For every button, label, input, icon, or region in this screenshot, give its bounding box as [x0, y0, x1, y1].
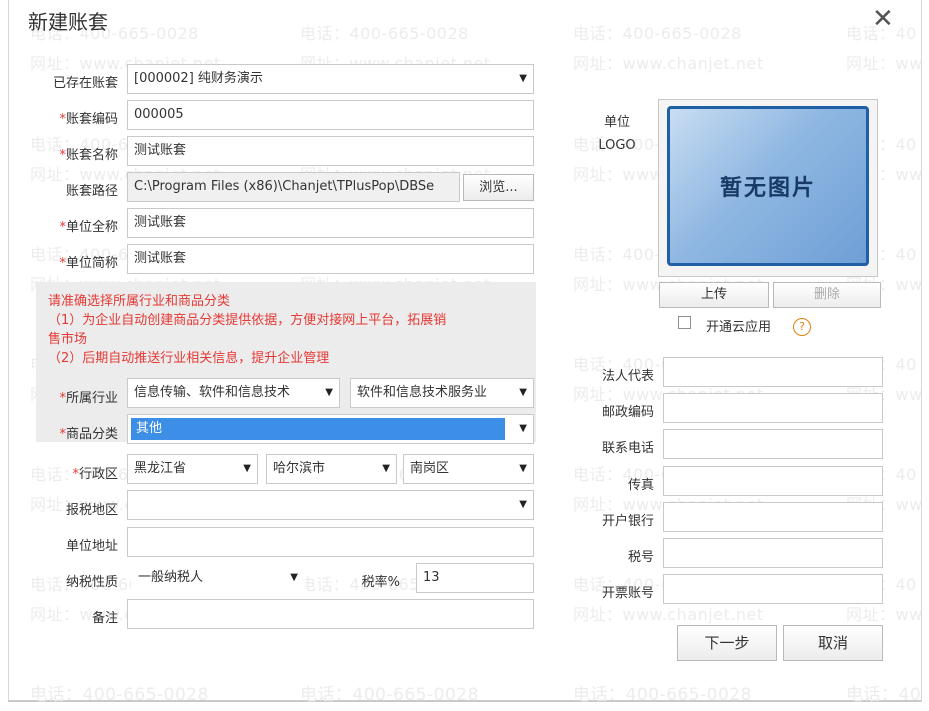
account-path-label: 账套路径: [65, 184, 118, 199]
logo-placeholder-image: 暂无图片: [667, 106, 869, 266]
notice-line-1: （1）为企业自动创建商品分类提供依据，方便对接网上平台，拓展销: [48, 313, 447, 328]
province-value: 黑龙江省: [134, 461, 187, 476]
close-icon[interactable]: ✕: [872, 6, 894, 32]
taxpayer-type-select[interactable]: 一般纳税人: [131, 563, 305, 593]
bank-label: 开户银行: [601, 514, 654, 529]
full-name-label: *单位全称: [30, 216, 118, 235]
short-name-input[interactable]: 测试账套: [127, 244, 534, 274]
account-code-label-text: 账套编码: [65, 112, 118, 127]
notice-heading: 请准确选择所属行业和商品分类: [48, 294, 231, 309]
tax-number-label: 税号: [627, 550, 654, 565]
region-label-text: 行政区: [78, 467, 118, 482]
notice-line-2: （2）后期自动推送行业相关信息，提升企业管理: [48, 351, 330, 366]
remark-label: 备注: [91, 611, 118, 626]
chevron-down-icon: [325, 379, 333, 407]
industry-label-text: 所属行业: [65, 391, 118, 406]
account-code-label: *账套编码: [30, 108, 118, 127]
next-button[interactable]: 下一步: [677, 625, 777, 661]
tax-area-select[interactable]: [127, 490, 534, 520]
existing-account-label: 已存在账套: [52, 76, 118, 91]
tax-rate-input[interactable]: 13: [416, 563, 534, 593]
chevron-down-icon: [290, 564, 298, 592]
industry-secondary-value: 软件和信息技术服务业: [357, 385, 488, 400]
category-label: *商品分类: [30, 423, 118, 442]
bank-input[interactable]: [663, 502, 883, 532]
region-label: *行政区: [30, 463, 118, 482]
industry-notice-text: 请准确选择所属行业和商品分类 （1）为企业自动创建商品分类提供依据，方便对接网上…: [48, 292, 528, 368]
account-code-input[interactable]: 000005: [127, 100, 534, 130]
logo-label-line2: LOGO: [598, 138, 636, 153]
address-label: 单位地址: [65, 539, 118, 554]
city-value: 哈尔滨市: [273, 461, 326, 476]
tax-number-input[interactable]: [663, 538, 883, 568]
district-value: 南岗区: [410, 461, 450, 476]
account-name-label: *账套名称: [30, 144, 118, 163]
account-name-input[interactable]: 测试账套: [127, 136, 534, 166]
district-select[interactable]: 南岗区: [403, 454, 534, 484]
logo-placeholder-text: 暂无图片: [719, 176, 816, 201]
delete-button[interactable]: 删除: [773, 282, 881, 308]
invoice-account-input[interactable]: [663, 574, 883, 604]
city-select[interactable]: 哈尔滨市: [266, 454, 397, 484]
chevron-down-icon: [519, 379, 527, 407]
browse-button[interactable]: 浏览...: [463, 174, 534, 201]
taxpayer-type-value: 一般纳税人: [138, 570, 204, 585]
existing-account-select[interactable]: [000002] 纯财务演示: [127, 64, 534, 94]
cancel-button[interactable]: 取消: [783, 625, 883, 661]
address-input[interactable]: [127, 527, 534, 557]
category-label-text: 商品分类: [65, 427, 118, 442]
tax-rate-label: 税率%: [361, 575, 400, 590]
category-selected-value: 其他: [131, 418, 505, 440]
postal-code-input[interactable]: [663, 393, 883, 423]
chevron-down-icon: [382, 455, 390, 483]
fax-input[interactable]: [663, 466, 883, 496]
category-select[interactable]: 其他: [127, 414, 534, 444]
phone-input[interactable]: [663, 429, 883, 459]
legal-rep-input[interactable]: [663, 357, 883, 387]
industry-primary-value: 信息传输、软件和信息技术: [134, 385, 291, 400]
chevron-down-icon: [519, 415, 527, 443]
industry-select-primary[interactable]: 信息传输、软件和信息技术: [127, 378, 340, 408]
industry-label: *所属行业: [30, 387, 118, 406]
cloud-app-checkbox[interactable]: [678, 316, 691, 329]
phone-label: 联系电话: [601, 441, 654, 456]
tax-area-label: 报税地区: [65, 503, 118, 518]
chevron-down-icon: [243, 455, 251, 483]
chevron-down-icon: [519, 491, 527, 519]
taxpayer-type-label: 纳税性质: [65, 575, 118, 590]
remark-input[interactable]: [127, 599, 534, 629]
postal-code-label: 邮政编码: [601, 405, 654, 420]
logo-label-line1: 单位: [603, 115, 630, 130]
industry-select-secondary[interactable]: 软件和信息技术服务业: [350, 378, 534, 408]
notice-line-1b: 售市场: [48, 332, 88, 347]
help-icon[interactable]: ?: [793, 318, 811, 336]
full-name-label-text: 单位全称: [65, 220, 118, 235]
invoice-account-label: 开票账号: [601, 586, 654, 601]
account-path-input[interactable]: C:\Program Files (x86)\Chanjet\TPlusPop\…: [127, 172, 460, 202]
province-select[interactable]: 黑龙江省: [127, 454, 258, 484]
existing-account-value: [000002] 纯财务演示: [134, 71, 263, 86]
dialog-title: 新建账套: [28, 10, 108, 34]
upload-button[interactable]: 上传: [659, 282, 769, 308]
short-name-label: *单位简称: [30, 252, 118, 271]
short-name-label-text: 单位简称: [65, 256, 118, 271]
chevron-down-icon: [519, 65, 527, 93]
account-name-label-text: 账套名称: [65, 148, 118, 163]
cloud-app-label: 开通云应用: [706, 320, 772, 335]
chevron-down-icon: [519, 455, 527, 483]
full-name-input[interactable]: 测试账套: [127, 208, 534, 238]
legal-rep-label: 法人代表: [601, 369, 654, 384]
fax-label: 传真: [627, 478, 654, 493]
